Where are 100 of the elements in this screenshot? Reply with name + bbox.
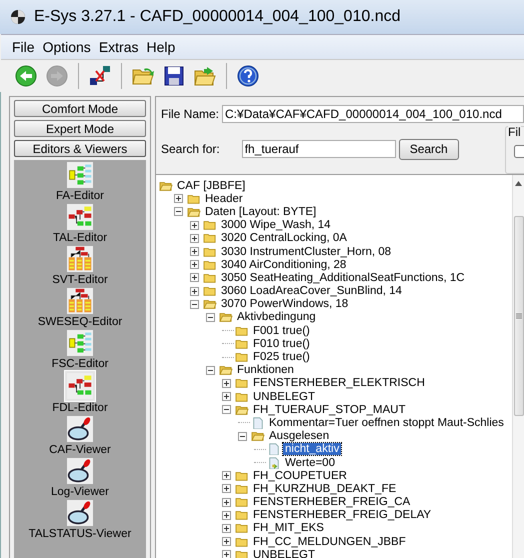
folder-icon [234,482,250,495]
tree-node-label[interactable]: FH_KURZHUB_DEAKT_FE [251,482,398,495]
editor-list-item[interactable]: TALSTATUS-Viewer [28,498,132,540]
expand-icon[interactable] [222,498,231,507]
tree-node-label[interactable]: FH_CC_MELDUNGEN_JBBF [251,536,408,548]
tree-node-label[interactable]: UNBELEGT [251,548,317,558]
hierarchy-icon [66,246,93,272]
expand-icon[interactable] [222,484,231,494]
tree-node-label[interactable]: FENSTERHEBER_ELEKTRISCH [251,377,427,390]
folder-icon [202,232,218,244]
tree-node-label[interactable]: Werte=00 [283,456,337,469]
folder-icon [202,272,218,284]
folder-icon [234,470,250,482]
collapse-icon[interactable] [190,300,199,309]
open-folder-icon [250,430,266,442]
tree-node-label[interactable]: Daten [Layout: BYTE] [203,206,318,218]
tree-diagram-icon [66,204,93,230]
folder-icon [234,548,250,558]
search-field[interactable]: fh_tuerauf [242,140,396,158]
window-title: E-Sys 3.27.1 - CAFD_00000014_004_100_010.ncd [34,8,400,26]
help-button[interactable] [235,63,261,89]
editor-list-item[interactable]: SWESEQ-Editor [38,286,122,328]
tree-node-label[interactable]: 3020 CentralLocking, 0A [219,232,349,244]
file-name-field[interactable]: C:¥Data¥CAF¥CAFD_00000014_004_100_010.ncd [222,105,524,123]
tree-node-label[interactable]: Ausgelesen [267,430,332,442]
tree-node-label[interactable]: Funktionen [235,364,296,376]
search-button[interactable]: Search [398,138,459,160]
collapse-icon[interactable] [206,312,215,322]
tree-diagram-icon [66,373,93,399]
expand-icon[interactable] [222,392,231,402]
collapse-icon[interactable] [206,366,215,375]
editor-list-item[interactable]: FDL-Editor [52,370,108,414]
tree-node-label[interactable]: F001 true() [251,324,312,337]
tree-node-label[interactable]: UNBELEGT [251,390,317,403]
folder-icon [234,496,250,508]
expand-icon[interactable] [174,194,183,204]
tree-node-label[interactable]: 3030 InstrumentCluster_Horn, 08 [219,246,394,258]
magnifier-icon [67,416,93,442]
collapse-icon[interactable] [222,405,231,414]
expand-icon[interactable] [190,247,199,256]
folder-icon [202,258,218,271]
tree-node-label[interactable]: Header [203,192,245,205]
collapse-icon[interactable] [174,207,183,216]
tree-node-label[interactable]: 3040 AirConditioning, 28 [219,258,348,271]
menu-item[interactable]: Help [146,39,176,55]
tree-node-label[interactable]: 3060 LoadAreaCover_SunBlind, 14 [219,285,404,298]
expand-icon[interactable] [222,524,231,533]
folder-icon [202,219,218,232]
tree-node-label[interactable]: FENSTERHEBER_FREIG_DELAY [251,509,434,522]
expand-icon[interactable] [222,378,231,388]
editor-list-item[interactable]: Log-Viewer [51,456,109,498]
menu-item[interactable]: Options [42,39,92,55]
network-connection-icon [88,64,112,88]
expand-icon[interactable] [190,260,199,270]
editor-list-item[interactable]: SVT-Editor [52,244,108,286]
help-icon [236,64,260,88]
mode-button[interactable]: Expert Mode [14,120,146,137]
tree-node-label[interactable]: F010 true() [251,338,312,350]
collapse-icon[interactable] [238,432,247,441]
folder-icon [234,522,250,534]
tree-node-label[interactable]: 3000 Wipe_Wash, 14 [219,219,333,232]
mode-button[interactable]: Comfort Mode [14,100,146,117]
expand-icon[interactable] [222,550,231,558]
tree-node-label[interactable]: CAF [JBBFE] [175,180,248,192]
expand-icon[interactable] [190,234,199,243]
tree-node-label[interactable]: F025 true() [251,351,312,364]
mode-button[interactable]: Editors & Viewers [14,140,146,157]
open-folder-icon [234,404,250,416]
tree-node-label[interactable]: nicht_aktiv [283,443,342,456]
back-arrow-button[interactable] [13,63,39,89]
menu-item[interactable]: File [11,39,36,55]
tree-node-label[interactable]: 3050 SeatHeating_AdditionalSeatFunctions, 1C [219,272,467,284]
expand-icon[interactable] [190,273,199,282]
folder-icon [234,324,250,337]
editor-list-item[interactable]: TAL-Editor [52,202,108,244]
field-label: File Name: [161,107,220,121]
expand-icon[interactable] [222,510,231,520]
expand-icon[interactable] [190,220,199,230]
tree-node-label[interactable]: Aktivbedingung [235,311,318,324]
save-icon [162,64,186,88]
editor-list-item[interactable]: FA-Editor [56,160,104,202]
tree-node-label[interactable]: FH_MIT_EKS [251,522,326,534]
open-folder-icon [218,364,234,376]
folder-arrow-icon [193,64,217,88]
folder-icon [234,338,250,350]
tree-node-label[interactable]: FENSTERHEBER_FREIG_CA [251,496,412,508]
editor-list-item[interactable]: FSC-Editor [52,328,108,370]
scrollbar-thumb[interactable] [514,216,524,416]
expand-icon[interactable] [222,537,231,546]
tree-node-label[interactable]: FH_TUERAUF_STOP_MAUT [251,404,408,416]
tree-node-label[interactable]: Kommentar=Tuer oeffnen stoppt Maut-Schlies [267,416,506,429]
expand-icon[interactable] [222,471,231,480]
tree-node-label[interactable]: FH_COUPETUER [251,470,349,482]
menu-item[interactable]: Extras [98,39,140,55]
folder-icon [234,351,250,364]
open-folder-icon [202,298,218,310]
checkbox[interactable] [514,145,524,158]
tree-node-label[interactable]: 3070 PowerWindows, 18 [219,298,350,310]
editor-list-item[interactable]: CAF-Viewer [49,414,111,456]
expand-icon[interactable] [190,286,199,296]
